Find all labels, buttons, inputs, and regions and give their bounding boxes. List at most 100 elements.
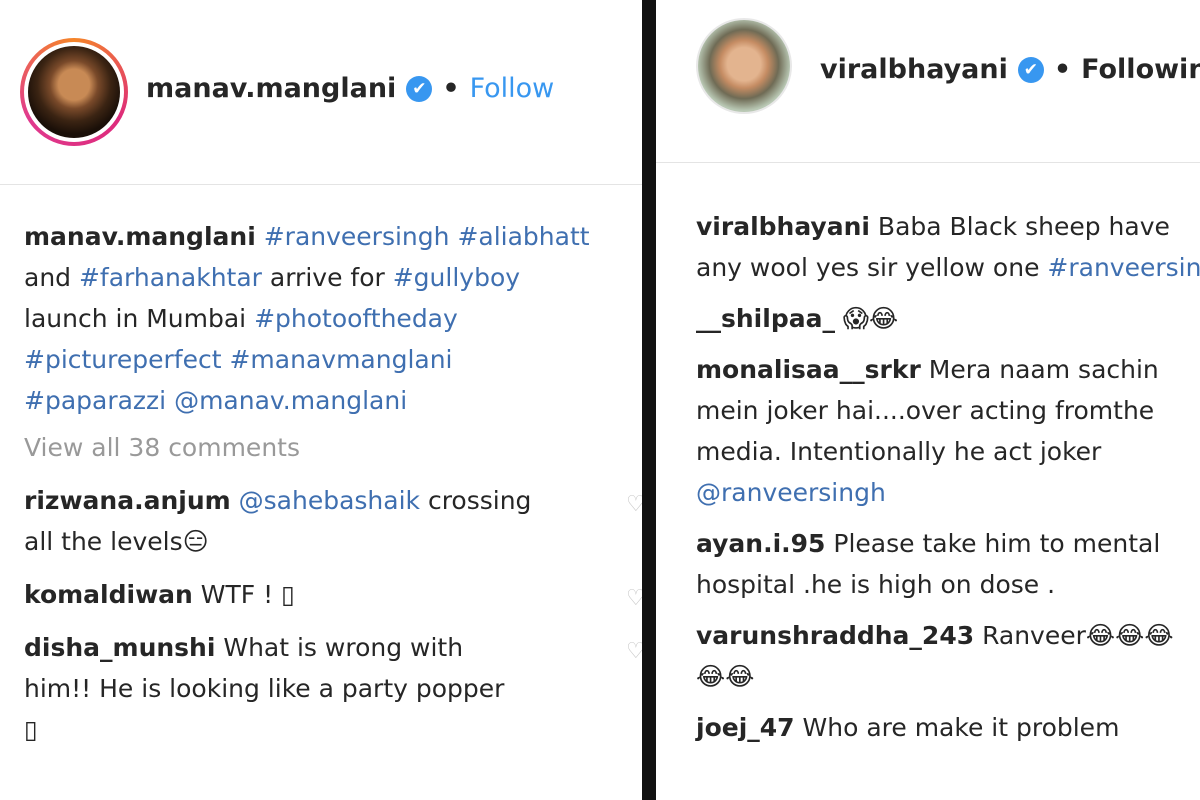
post-body: viralbhayani Baba Black sheep have any wo…	[696, 206, 1200, 748]
verified-badge-icon: ✔	[1017, 56, 1044, 83]
comment: komaldiwan WTF ! ▯ ♡	[24, 574, 642, 615]
comment-username-link[interactable]: joej_47	[696, 713, 795, 742]
like-heart-icon[interactable]: ♡	[626, 484, 642, 525]
text-line: launch in Mumbai #photooftheday	[24, 298, 642, 339]
comment-text: any wool yes sir yellow one	[696, 253, 1048, 282]
comment-username-link[interactable]: varunshraddha_243	[696, 621, 974, 650]
post-body: manav.manglani #ranveersingh #aliabhatt a…	[24, 216, 642, 750]
comment: varunshraddha_243 Ranveer😂😂😂 😂😂	[696, 615, 1200, 697]
comment-text: 😂😂	[696, 662, 755, 691]
comment-text: crossing	[420, 486, 532, 515]
hashtag-link[interactable]: #aliabhatt	[457, 222, 589, 251]
comment-text: and	[24, 263, 79, 292]
comment-text: mein joker hai....over acting fromthe	[696, 396, 1155, 425]
post-header: viralbhayani ✔ • Following	[656, 0, 1200, 163]
comment-username-link[interactable]: disha_munshi	[24, 633, 215, 662]
hashtag-link[interactable]: @ranveersingh	[696, 478, 886, 507]
hashtag-link[interactable]: #ranveersingh	[1047, 253, 1200, 282]
comment-text	[166, 386, 174, 415]
text-line: 😂😂	[696, 656, 1200, 697]
comment-text: launch in Mumbai	[24, 304, 255, 333]
hashtag-link[interactable]: #farhanakhtar	[79, 263, 262, 292]
comment: monalisaa__srkr Mera naam sachin mein jok…	[696, 349, 1200, 513]
text-line: any wool yes sir yellow one #ranveersing…	[696, 247, 1200, 288]
text-line: @ranveersingh	[696, 472, 1200, 513]
comment-text	[256, 222, 264, 251]
text-line: __shilpaa_ 😱😂	[696, 298, 1200, 339]
post-caption: manav.manglani #ranveersingh #aliabhatt a…	[24, 216, 642, 421]
like-heart-icon[interactable]: ♡	[626, 631, 642, 672]
view-all-comments-link[interactable]: View all 38 comments	[24, 427, 642, 468]
hashtag-link[interactable]: #gullyboy	[393, 263, 520, 292]
comment-text	[231, 486, 239, 515]
avatar-image	[698, 20, 790, 112]
comment-username-link[interactable]: viralbhayani	[696, 212, 870, 241]
comment-text: 😱😂	[834, 304, 899, 333]
avatar-image	[28, 46, 120, 138]
left-post-panel: manav.manglani ✔ • Follow manav.manglani…	[0, 0, 642, 800]
comment-text: arrive for	[261, 263, 393, 292]
like-heart-icon[interactable]: ♡	[626, 578, 642, 619]
text-line: komaldiwan WTF ! ▯	[24, 574, 642, 615]
hashtag-link[interactable]: @manav.manglani	[174, 386, 407, 415]
text-line: #paparazzi @manav.manglani	[24, 380, 642, 421]
comment-username-link[interactable]: __shilpaa_	[696, 304, 835, 333]
username-link[interactable]: viralbhayani	[820, 54, 1008, 85]
comment-text: What is wrong with	[215, 633, 464, 662]
comment-username-link[interactable]: komaldiwan	[24, 580, 193, 609]
comment: __shilpaa_ 😱😂	[696, 298, 1200, 339]
text-line: all the levels😑	[24, 521, 642, 562]
text-line: disha_munshi What is wrong with	[24, 627, 642, 668]
comment-list: __shilpaa_ 😱😂 monalisaa__srkr Mera naam s…	[696, 298, 1200, 748]
text-line: #pictureperfect #manavmanglani	[24, 339, 642, 380]
text-line: media. Intentionally he act joker	[696, 431, 1200, 472]
text-line: mein joker hai....over acting fromthe	[696, 390, 1200, 431]
comment-text: WTF ! ▯	[192, 580, 295, 609]
separator-dot: •	[1053, 54, 1072, 85]
comment-text: him!! He is looking like a party popper	[24, 674, 505, 703]
comment-username-link[interactable]: rizwana.anjum	[24, 486, 231, 515]
comment: joej_47 Who are make it problem	[696, 707, 1200, 748]
text-line: monalisaa__srkr Mera naam sachin	[696, 349, 1200, 390]
hashtag-link[interactable]: #photooftheday	[254, 304, 458, 333]
comment-text: media. Intentionally he act joker	[696, 437, 1102, 466]
text-line: joej_47 Who are make it problem	[696, 707, 1200, 748]
comment-text: Mera naam sachin	[920, 355, 1159, 384]
following-button[interactable]: Following	[1081, 54, 1200, 85]
text-line: varunshraddha_243 Ranveer😂😂😂	[696, 615, 1200, 656]
hashtag-link[interactable]: #paparazzi	[24, 386, 166, 415]
text-line: ayan.i.95 Please take him to mental	[696, 523, 1200, 564]
panel-divider	[642, 0, 656, 800]
comment-text: hospital .he is high on dose .	[696, 570, 1056, 599]
text-line: manav.manglani #ranveersingh #aliabhatt	[24, 216, 642, 257]
verified-badge-icon: ✔	[406, 75, 433, 102]
text-line: and #farhanakhtar arrive for #gullyboy	[24, 257, 642, 298]
hashtag-link[interactable]: #ranveersingh	[264, 222, 450, 251]
hashtag-link[interactable]: #pictureperfect	[24, 345, 222, 374]
comment-text: Please take him to mental	[825, 529, 1161, 558]
comment-username-link[interactable]: manav.manglani	[24, 222, 256, 251]
comment: rizwana.anjum @sahebashaik crossing all t…	[24, 480, 642, 562]
avatar[interactable]	[20, 38, 128, 146]
text-line: him!! He is looking like a party popper	[24, 668, 642, 709]
comment-text: ▯	[24, 715, 38, 744]
hashtag-link[interactable]: #manavmanglani	[229, 345, 452, 374]
avatar[interactable]	[696, 18, 792, 114]
text-line: rizwana.anjum @sahebashaik crossing	[24, 480, 642, 521]
comment: ayan.i.95 Please take him to mental hospi…	[696, 523, 1200, 605]
hashtag-link[interactable]: @sahebashaik	[239, 486, 420, 515]
comment-text: all the levels😑	[24, 527, 209, 556]
text-line: viralbhayani Baba Black sheep have	[696, 206, 1200, 247]
post-caption: viralbhayani Baba Black sheep have any wo…	[696, 206, 1200, 288]
separator-dot: •	[442, 73, 460, 104]
comment-username-link[interactable]: monalisaa__srkr	[696, 355, 921, 384]
text-line: ▯	[24, 709, 642, 750]
comment-list: rizwana.anjum @sahebashaik crossing all t…	[24, 480, 642, 750]
username-link[interactable]: manav.manglani	[146, 73, 396, 104]
right-post-panel: viralbhayani ✔ • Following viralbhayani …	[656, 0, 1200, 800]
follow-button[interactable]: Follow	[470, 73, 555, 104]
comment-text: Who are make it problem	[794, 713, 1120, 742]
comment-username-link[interactable]: ayan.i.95	[696, 529, 825, 558]
comment-text: Ranveer😂😂😂	[974, 621, 1174, 650]
comment-text: Baba Black sheep have	[869, 212, 1170, 241]
